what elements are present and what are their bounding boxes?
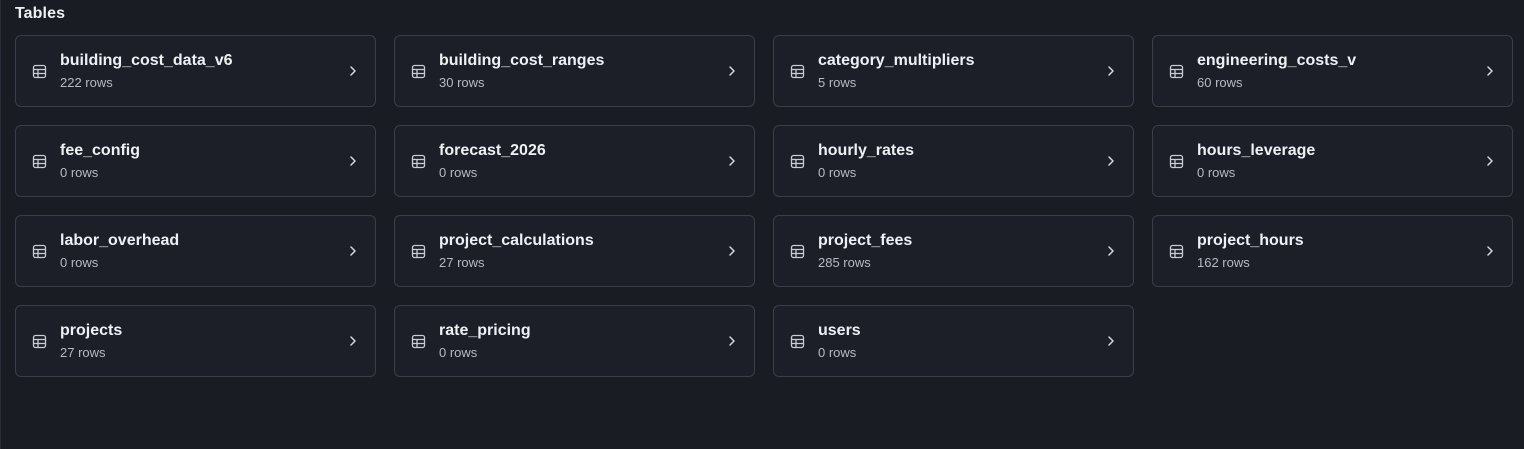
table-card-building-cost-ranges[interactable]: building_cost_ranges 30 rows: [394, 35, 755, 107]
chevron-right-icon: [348, 155, 358, 167]
chevron-right-icon: [1485, 65, 1495, 77]
table-icon: [32, 334, 47, 349]
tables-grid: building_cost_data_v6 222 rows building_co…: [15, 35, 1513, 377]
table-card-hours-leverage[interactable]: hours_leverage 0 rows: [1152, 125, 1513, 197]
table-icon: [411, 334, 426, 349]
table-name: building_cost_data_v6: [60, 52, 233, 69]
table-row-count: 30 rows: [439, 75, 485, 90]
table-icon: [411, 154, 426, 169]
table-row-count: 5 rows: [818, 75, 857, 90]
table-row-count: 0 rows: [818, 345, 857, 360]
chevron-right-icon: [1106, 65, 1116, 77]
table-card-rate-pricing[interactable]: rate_pricing 0 rows: [394, 305, 755, 377]
table-icon: [790, 64, 805, 79]
table-name: forecast_2026: [439, 142, 546, 159]
table-name: project_hours: [1197, 232, 1304, 249]
table-name: hours_leverage: [1197, 142, 1316, 159]
chevron-right-icon: [348, 335, 358, 347]
tables-panel: Tables building_cost_data_v6 222 rows buil…: [0, 0, 1524, 449]
table-row-count: 285 rows: [818, 255, 871, 270]
table-icon: [1169, 64, 1184, 79]
table-card-project-calculations[interactable]: project_calculations 27 rows: [394, 215, 755, 287]
table-row-count: 0 rows: [1197, 165, 1236, 180]
table-row-count: 27 rows: [439, 255, 485, 270]
table-card-forecast-2026[interactable]: forecast_2026 0 rows: [394, 125, 755, 197]
table-icon: [790, 154, 805, 169]
chevron-right-icon: [1485, 155, 1495, 167]
table-icon: [32, 154, 47, 169]
chevron-right-icon: [1106, 155, 1116, 167]
table-icon: [411, 244, 426, 259]
table-card-engineering-costs-v[interactable]: engineering_costs_v 60 rows: [1152, 35, 1513, 107]
table-name: engineering_costs_v: [1197, 52, 1357, 69]
table-icon: [790, 334, 805, 349]
table-row-count: 27 rows: [60, 345, 106, 360]
table-icon: [32, 244, 47, 259]
chevron-right-icon: [727, 65, 737, 77]
chevron-right-icon: [727, 155, 737, 167]
table-card-category-multipliers[interactable]: category_multipliers 5 rows: [773, 35, 1134, 107]
table-name: labor_overhead: [60, 232, 180, 249]
table-row-count: 162 rows: [1197, 255, 1250, 270]
table-card-hourly-rates[interactable]: hourly_rates 0 rows: [773, 125, 1134, 197]
table-card-labor-overhead[interactable]: labor_overhead 0 rows: [15, 215, 376, 287]
table-name: users: [818, 322, 861, 339]
chevron-right-icon: [1106, 335, 1116, 347]
table-row-count: 0 rows: [439, 345, 478, 360]
table-icon: [1169, 244, 1184, 259]
table-name: fee_config: [60, 142, 141, 159]
table-row-count: 0 rows: [60, 255, 99, 270]
table-name: projects: [60, 322, 123, 339]
table-name: rate_pricing: [439, 322, 531, 339]
table-icon: [790, 244, 805, 259]
table-row-count: 0 rows: [818, 165, 857, 180]
chevron-right-icon: [727, 245, 737, 257]
chevron-right-icon: [727, 335, 737, 347]
table-icon: [411, 64, 426, 79]
table-row-count: 0 rows: [60, 165, 99, 180]
table-row-count: 222 rows: [60, 75, 113, 90]
table-card-projects[interactable]: projects 27 rows: [15, 305, 376, 377]
table-name: project_calculations: [439, 232, 594, 249]
section-title: Tables: [15, 5, 66, 22]
table-card-users[interactable]: users 0 rows: [773, 305, 1134, 377]
chevron-right-icon: [348, 65, 358, 77]
chevron-right-icon: [348, 245, 358, 257]
table-card-project-hours[interactable]: project_hours 162 rows: [1152, 215, 1513, 287]
chevron-right-icon: [1106, 245, 1116, 257]
table-row-count: 60 rows: [1197, 75, 1243, 90]
table-card-project-fees[interactable]: project_fees 285 rows: [773, 215, 1134, 287]
chevron-right-icon: [1485, 245, 1495, 257]
table-name: project_fees: [818, 232, 913, 249]
table-name: building_cost_ranges: [439, 52, 605, 69]
table-card-fee-config[interactable]: fee_config 0 rows: [15, 125, 376, 197]
table-name: category_multipliers: [818, 52, 975, 69]
table-name: hourly_rates: [818, 142, 915, 159]
table-icon: [32, 64, 47, 79]
table-icon: [1169, 154, 1184, 169]
table-card-building-cost-data-v6[interactable]: building_cost_data_v6 222 rows: [15, 35, 376, 107]
table-row-count: 0 rows: [439, 165, 478, 180]
